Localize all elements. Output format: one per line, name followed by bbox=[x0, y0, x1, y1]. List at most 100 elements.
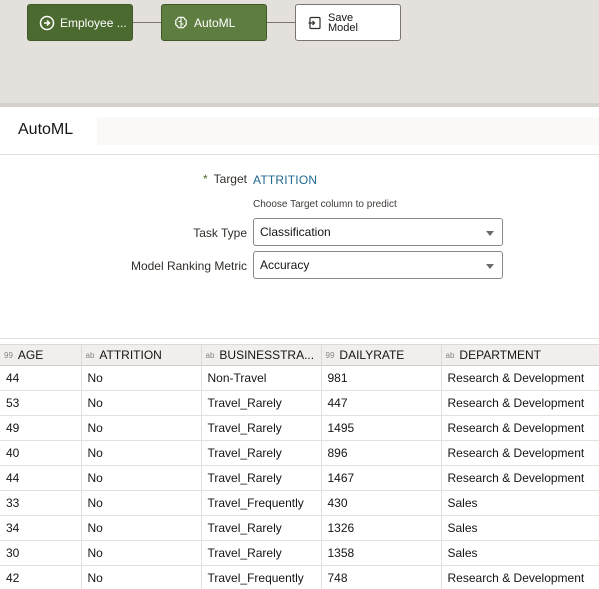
table-cell: 896 bbox=[321, 440, 442, 466]
target-link[interactable]: ATTRITION bbox=[253, 173, 317, 187]
workflow-node-automl[interactable]: AutoML bbox=[161, 4, 267, 41]
table-cell: Research & Development bbox=[441, 565, 599, 589]
panel-header: AutoML bbox=[0, 107, 599, 155]
table-cell: Research & Development bbox=[441, 440, 599, 466]
table-cell: Travel_Rarely bbox=[201, 390, 322, 416]
table-cell: No bbox=[81, 465, 202, 491]
table-cell: No bbox=[81, 365, 202, 391]
chevron-down-icon bbox=[486, 264, 494, 269]
table-cell: 42 bbox=[0, 565, 82, 589]
table-row: 40 No Travel_Rarely 896 Research & Devel… bbox=[0, 440, 599, 466]
data-preview-table: 99 AGE ab ATTRITION ab BUSINESSTRA... 99 DAI… bbox=[0, 344, 599, 589]
task-type-value: Classification bbox=[260, 225, 331, 239]
table-cell: No bbox=[81, 415, 202, 441]
column-header-department[interactable]: ab DEPARTMENT bbox=[441, 344, 599, 366]
table-cell: 1326 bbox=[321, 515, 442, 541]
column-name: DEPARTMENT bbox=[459, 348, 541, 362]
column-name: BUSINESSTRA... bbox=[219, 348, 315, 362]
text-type-icon: ab bbox=[445, 351, 455, 360]
target-label: * Target bbox=[203, 172, 247, 186]
table-cell: Travel_Rarely bbox=[201, 515, 322, 541]
table-cell: 430 bbox=[321, 490, 442, 516]
target-helper-text: Choose Target column to predict bbox=[253, 199, 397, 210]
table-cell: 30 bbox=[0, 540, 82, 566]
table-cell: No bbox=[81, 390, 202, 416]
table-cell: No bbox=[81, 440, 202, 466]
workflow-canvas[interactable]: Employee ... AutoML Save Model bbox=[0, 0, 599, 103]
table-row: 44 No Travel_Rarely 1467 Research & Deve… bbox=[0, 465, 599, 491]
ranking-metric-value: Accuracy bbox=[260, 258, 310, 272]
workflow-node-label: Employee ... bbox=[60, 15, 127, 30]
column-header-age[interactable]: 99 AGE bbox=[0, 344, 82, 366]
table-cell: Travel_Rarely bbox=[201, 415, 322, 441]
column-name: AGE bbox=[17, 348, 44, 362]
table-cell: 44 bbox=[0, 465, 82, 491]
column-header-businesstravel[interactable]: ab BUSINESSTRA... bbox=[201, 344, 322, 366]
save-box-icon bbox=[308, 16, 321, 29]
table-cell: 53 bbox=[0, 390, 82, 416]
panel-title: AutoML bbox=[18, 121, 74, 138]
table-row: 53 No Travel_Rarely 447 Research & Devel… bbox=[0, 390, 599, 416]
table-cell: Sales bbox=[441, 515, 599, 541]
table-cell: Sales bbox=[441, 490, 599, 516]
workflow-node-employee[interactable]: Employee ... bbox=[27, 4, 133, 41]
column-name: ATTRITION bbox=[99, 348, 162, 362]
node-connector bbox=[267, 22, 295, 23]
target-label-text: Target bbox=[213, 172, 247, 186]
required-mark: * bbox=[202, 172, 208, 186]
table-row: 30 No Travel_Rarely 1358 Sales bbox=[0, 540, 599, 566]
table-cell: 44 bbox=[0, 365, 82, 391]
table-cell: Travel_Rarely bbox=[201, 440, 322, 466]
workflow-node-label: AutoML bbox=[194, 15, 236, 30]
table-row: 49 No Travel_Rarely 1495 Research & Deve… bbox=[0, 415, 599, 441]
table-cell: Research & Development bbox=[441, 365, 599, 391]
text-type-icon: ab bbox=[205, 351, 215, 360]
ranking-metric-select[interactable]: Accuracy bbox=[253, 251, 503, 279]
table-cell: Non-Travel bbox=[201, 365, 322, 391]
table-cell: Travel_Frequently bbox=[201, 490, 322, 516]
node-name-field[interactable] bbox=[97, 117, 599, 145]
table-cell: 49 bbox=[0, 415, 82, 441]
table-cell: 447 bbox=[321, 390, 442, 416]
column-name: DAILYRATE bbox=[339, 348, 405, 362]
table-cell: Research & Development bbox=[441, 415, 599, 441]
column-header-dailyrate[interactable]: 99 DAILYRATE bbox=[321, 344, 442, 366]
table-cell: 981 bbox=[321, 365, 442, 391]
table-cell: Research & Development bbox=[441, 390, 599, 416]
table-cell: Sales bbox=[441, 540, 599, 566]
table-cell: 40 bbox=[0, 440, 82, 466]
numeric-type-icon: 99 bbox=[325, 351, 335, 360]
table-cell: 34 bbox=[0, 515, 82, 541]
table-cell: No bbox=[81, 565, 202, 589]
section-divider bbox=[0, 338, 599, 339]
table-cell: Travel_Rarely bbox=[201, 540, 322, 566]
table-cell: 33 bbox=[0, 490, 82, 516]
table-row: 44 No Non-Travel 981 Research & Developm… bbox=[0, 365, 599, 391]
task-type-select[interactable]: Classification bbox=[253, 218, 503, 246]
table-cell: No bbox=[81, 540, 202, 566]
table-cell: 1467 bbox=[321, 465, 442, 491]
table-row: 34 No Travel_Rarely 1326 Sales bbox=[0, 515, 599, 541]
table-cell: Travel_Rarely bbox=[201, 465, 322, 491]
table-cell: 1358 bbox=[321, 540, 442, 566]
table-row: 33 No Travel_Frequently 430 Sales bbox=[0, 490, 599, 516]
arrow-right-circle-icon bbox=[39, 15, 55, 30]
table-cell: Research & Development bbox=[441, 465, 599, 491]
table-cell: No bbox=[81, 515, 202, 541]
table-cell: 1495 bbox=[321, 415, 442, 441]
column-header-attrition[interactable]: ab ATTRITION bbox=[81, 344, 202, 366]
workflow-node-label: Save Model bbox=[328, 12, 358, 33]
ranking-metric-label: Model Ranking Metric bbox=[130, 259, 247, 273]
brain-icon bbox=[175, 16, 187, 28]
node-connector bbox=[133, 22, 161, 23]
table-row: 42 No Travel_Frequently 748 Research & D… bbox=[0, 565, 599, 589]
numeric-type-icon: 99 bbox=[4, 351, 13, 360]
table-cell: Travel_Frequently bbox=[201, 565, 322, 589]
chevron-down-icon bbox=[486, 231, 494, 236]
table-header-row: 99 AGE ab ATTRITION ab BUSINESSTRA... 99 DAI… bbox=[0, 344, 599, 366]
table-cell: 748 bbox=[321, 565, 442, 589]
workflow-node-save-model[interactable]: Save Model bbox=[295, 4, 401, 41]
task-type-label: Task Type bbox=[193, 226, 247, 240]
table-cell: No bbox=[81, 490, 202, 516]
text-type-icon: ab bbox=[85, 351, 95, 360]
